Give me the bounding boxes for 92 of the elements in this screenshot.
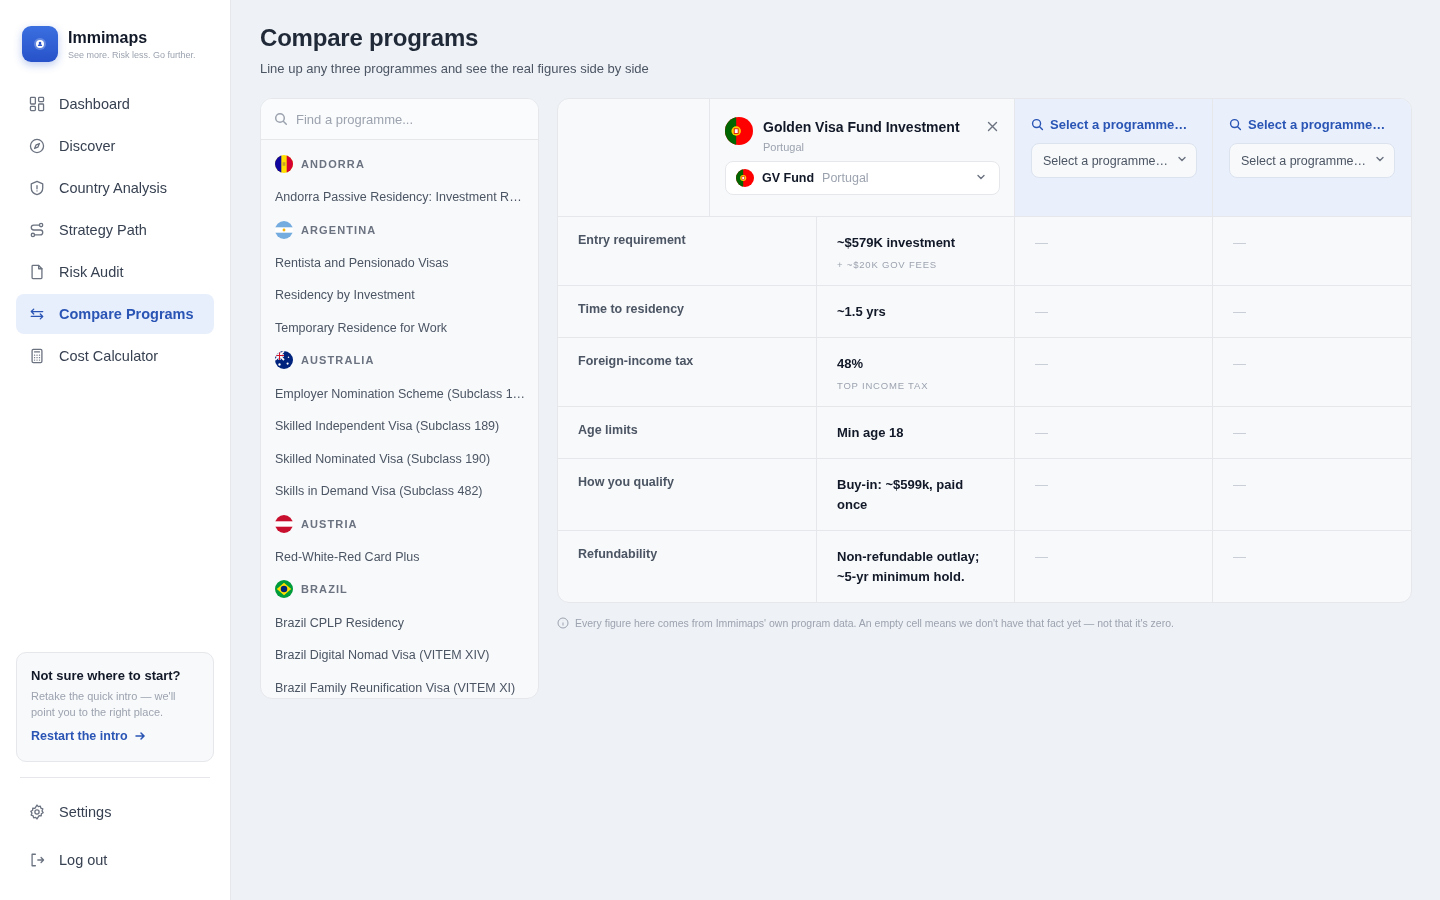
brand-tagline: See more. Risk less. Go further. bbox=[68, 49, 196, 60]
table-cell-text: — bbox=[1233, 234, 1247, 252]
brand-name: Immimaps bbox=[68, 28, 149, 47]
table-cell-text: — bbox=[1233, 303, 1247, 321]
table-cell-text: — bbox=[1035, 355, 1049, 373]
program-list-item[interactable]: Residency by Investment bbox=[261, 279, 538, 312]
program-dropdown[interactable]: Select a programme… bbox=[1031, 143, 1197, 178]
search-field[interactable]: Find a programme... bbox=[296, 111, 525, 127]
calculator-icon bbox=[28, 347, 46, 365]
program-list-item[interactable]: Temporary Residence for Work bbox=[261, 311, 538, 345]
table-cell-text: — bbox=[1035, 424, 1049, 442]
flag-icon bbox=[275, 351, 293, 370]
help-text: Retake the quick intro — we'll point you to the right place. bbox=[31, 689, 177, 720]
log-out-icon bbox=[28, 851, 46, 869]
nav-item[interactable]: Strategy Path bbox=[16, 210, 214, 250]
country-heading: ANDORRA bbox=[301, 158, 365, 170]
table-cell-text: — bbox=[1233, 355, 1247, 373]
program-list-item[interactable]: Employer Nomination Scheme (Subclass 1… bbox=[261, 377, 538, 410]
program-list-item[interactable]: Skills in Demand Visa (Subclass 482) bbox=[261, 475, 538, 508]
page-subtitle: Line up any three programmes and see the real figures side by side bbox=[260, 61, 650, 76]
shield-icon bbox=[28, 179, 46, 197]
nav-item[interactable]: Log out bbox=[16, 840, 214, 880]
program-dropdown[interactable]: GV Fund Portugal bbox=[725, 161, 1000, 195]
row-label: Refundability bbox=[578, 547, 659, 561]
compass-icon bbox=[28, 137, 46, 155]
close-button[interactable] bbox=[985, 119, 1000, 134]
program-list-item[interactable]: Brazil Family Reunification Visa (VITEM XI) bbox=[261, 671, 538, 698]
logo-icon bbox=[22, 26, 58, 62]
flag-icon bbox=[275, 155, 293, 173]
flag-icon bbox=[275, 220, 293, 239]
program-list-item[interactable]: Andorra Passive Residency: Investment R… bbox=[261, 181, 538, 214]
search-icon bbox=[274, 112, 288, 126]
country-heading: AUSTRIA bbox=[301, 517, 358, 530]
settings-icon bbox=[28, 803, 46, 821]
row-label: How you qualify bbox=[578, 475, 675, 489]
table-cell-text: ~$579K investment bbox=[837, 234, 957, 252]
restart-intro-link[interactable]: Restart the intro bbox=[31, 729, 146, 743]
table-cell-text: 48% bbox=[837, 355, 865, 373]
table-cell-text: — bbox=[1035, 476, 1049, 494]
table-cell-text: — bbox=[1035, 234, 1049, 252]
page-title: Compare programs bbox=[260, 24, 480, 52]
table-cell-text: — bbox=[1233, 424, 1247, 442]
cell-note: + ~$20K GOV FEES bbox=[837, 259, 938, 270]
nav-item[interactable]: Settings bbox=[16, 792, 214, 832]
search-icon bbox=[1031, 118, 1044, 131]
arrow-right-icon bbox=[133, 730, 146, 742]
nav-item[interactable]: Country Analysis bbox=[16, 168, 214, 208]
table-cell-text: — bbox=[1035, 548, 1049, 566]
row-label: Time to residency bbox=[578, 302, 686, 316]
program-list-item[interactable]: Rentista and Pensionado Visas bbox=[261, 246, 538, 280]
slot-heading: Select a programme… bbox=[1248, 117, 1386, 132]
program-list-item[interactable]: Skilled Independent Visa (Subclass 189) bbox=[261, 409, 538, 443]
flag-icon bbox=[736, 169, 754, 187]
flag-icon bbox=[275, 514, 293, 533]
footnote: Every figure here comes from Immimaps' own program data. An empty cell means we don't have that fact yet — not that it's zero. bbox=[575, 617, 1174, 629]
program-list-item[interactable]: Brazil Digital Nomad Visa (VITEM XIV) bbox=[261, 638, 538, 672]
table-cell-text: — bbox=[1035, 303, 1049, 321]
flag-icon bbox=[275, 580, 293, 599]
table-cell-text: Non-refundable outlay; ~5-yr minimum hold. bbox=[837, 548, 981, 586]
row-label: Age limits bbox=[578, 423, 639, 437]
program-country: Portugal bbox=[763, 141, 805, 153]
nav-item[interactable]: Risk Audit bbox=[16, 252, 214, 292]
program-dropdown[interactable]: Select a programme… bbox=[1229, 143, 1395, 178]
country-heading: AUSTRALIA bbox=[301, 354, 375, 367]
flag-icon bbox=[725, 117, 753, 145]
cell-note: TOP INCOME TAX bbox=[837, 380, 930, 391]
table-cell-text: ~1.5 yrs bbox=[837, 303, 887, 321]
file-icon bbox=[28, 263, 46, 281]
row-label: Entry requirement bbox=[578, 233, 687, 247]
swap-arrows-icon bbox=[28, 305, 46, 323]
search-icon bbox=[1229, 118, 1242, 131]
route-icon bbox=[28, 221, 46, 239]
info-icon bbox=[557, 617, 569, 629]
nav-item[interactable]: Cost Calculator bbox=[16, 336, 214, 376]
table-cell-text: Buy-in: ~$599k, paid once bbox=[837, 476, 965, 514]
table-cell-text: — bbox=[1233, 548, 1247, 566]
program-list-item[interactable]: Skilled Nominated Visa (Subclass 190) bbox=[261, 442, 538, 476]
dashboard-icon bbox=[28, 95, 46, 113]
nav-item[interactable]: Discover bbox=[16, 126, 214, 166]
country-heading: ARGENTINA bbox=[301, 223, 377, 236]
nav-item[interactable]: Compare Programs bbox=[16, 294, 214, 334]
slot-heading: Select a programme… bbox=[1050, 117, 1188, 132]
program-name: Golden Visa Fund Investment bbox=[763, 119, 960, 135]
table-cell-text: Min age 18 bbox=[837, 424, 905, 442]
program-list-item[interactable]: Brazil CPLP Residency bbox=[261, 606, 538, 639]
program-list-item[interactable]: Red-White-Red Card Plus bbox=[261, 540, 538, 574]
row-label: Foreign-income tax bbox=[578, 354, 695, 368]
nav-item[interactable]: Dashboard bbox=[16, 84, 214, 124]
help-title: Not sure where to start? bbox=[31, 668, 182, 683]
country-heading: BRAZIL bbox=[301, 583, 348, 596]
close-icon bbox=[987, 121, 998, 132]
table-cell-text: — bbox=[1233, 476, 1247, 494]
